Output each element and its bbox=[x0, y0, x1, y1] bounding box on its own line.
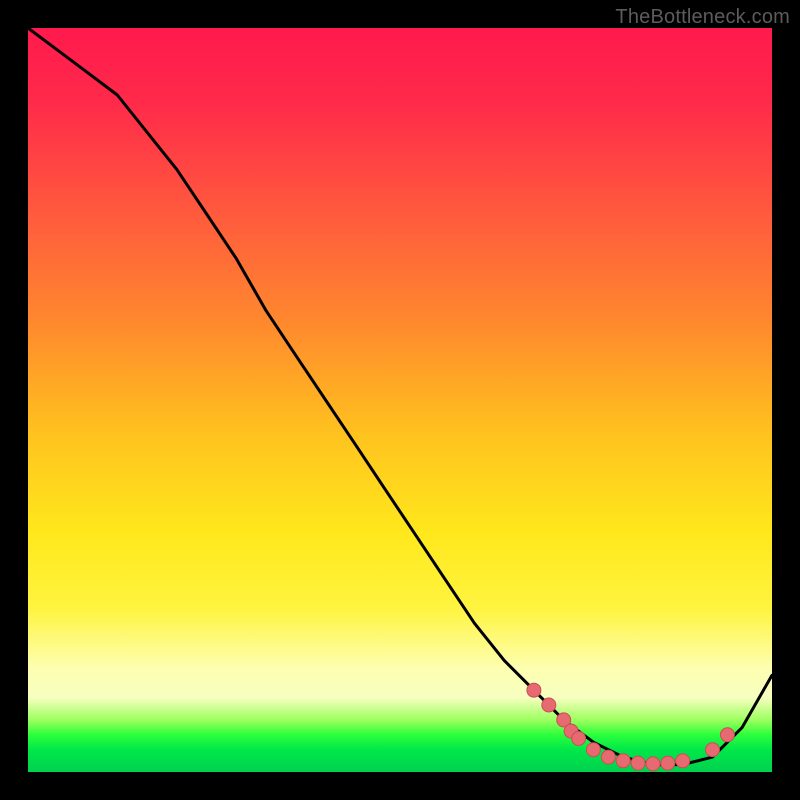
bottleneck-marker bbox=[601, 750, 615, 764]
bottleneck-marker bbox=[646, 757, 660, 771]
bottleneck-marker bbox=[676, 754, 690, 768]
curve-svg bbox=[28, 28, 772, 772]
plot-area bbox=[28, 28, 772, 772]
bottleneck-marker bbox=[631, 756, 645, 770]
bottleneck-marker bbox=[542, 698, 556, 712]
chart-frame: TheBottleneck.com bbox=[0, 0, 800, 800]
bottleneck-marker bbox=[616, 754, 630, 768]
bottleneck-marker bbox=[527, 683, 541, 697]
bottleneck-marker bbox=[572, 732, 586, 746]
bottleneck-marker bbox=[706, 743, 720, 757]
watermark-text: TheBottleneck.com bbox=[615, 6, 790, 29]
bottleneck-marker bbox=[661, 756, 675, 770]
bottleneck-curve bbox=[28, 28, 772, 765]
bottleneck-marker bbox=[720, 728, 734, 742]
bottleneck-marker bbox=[586, 743, 600, 757]
